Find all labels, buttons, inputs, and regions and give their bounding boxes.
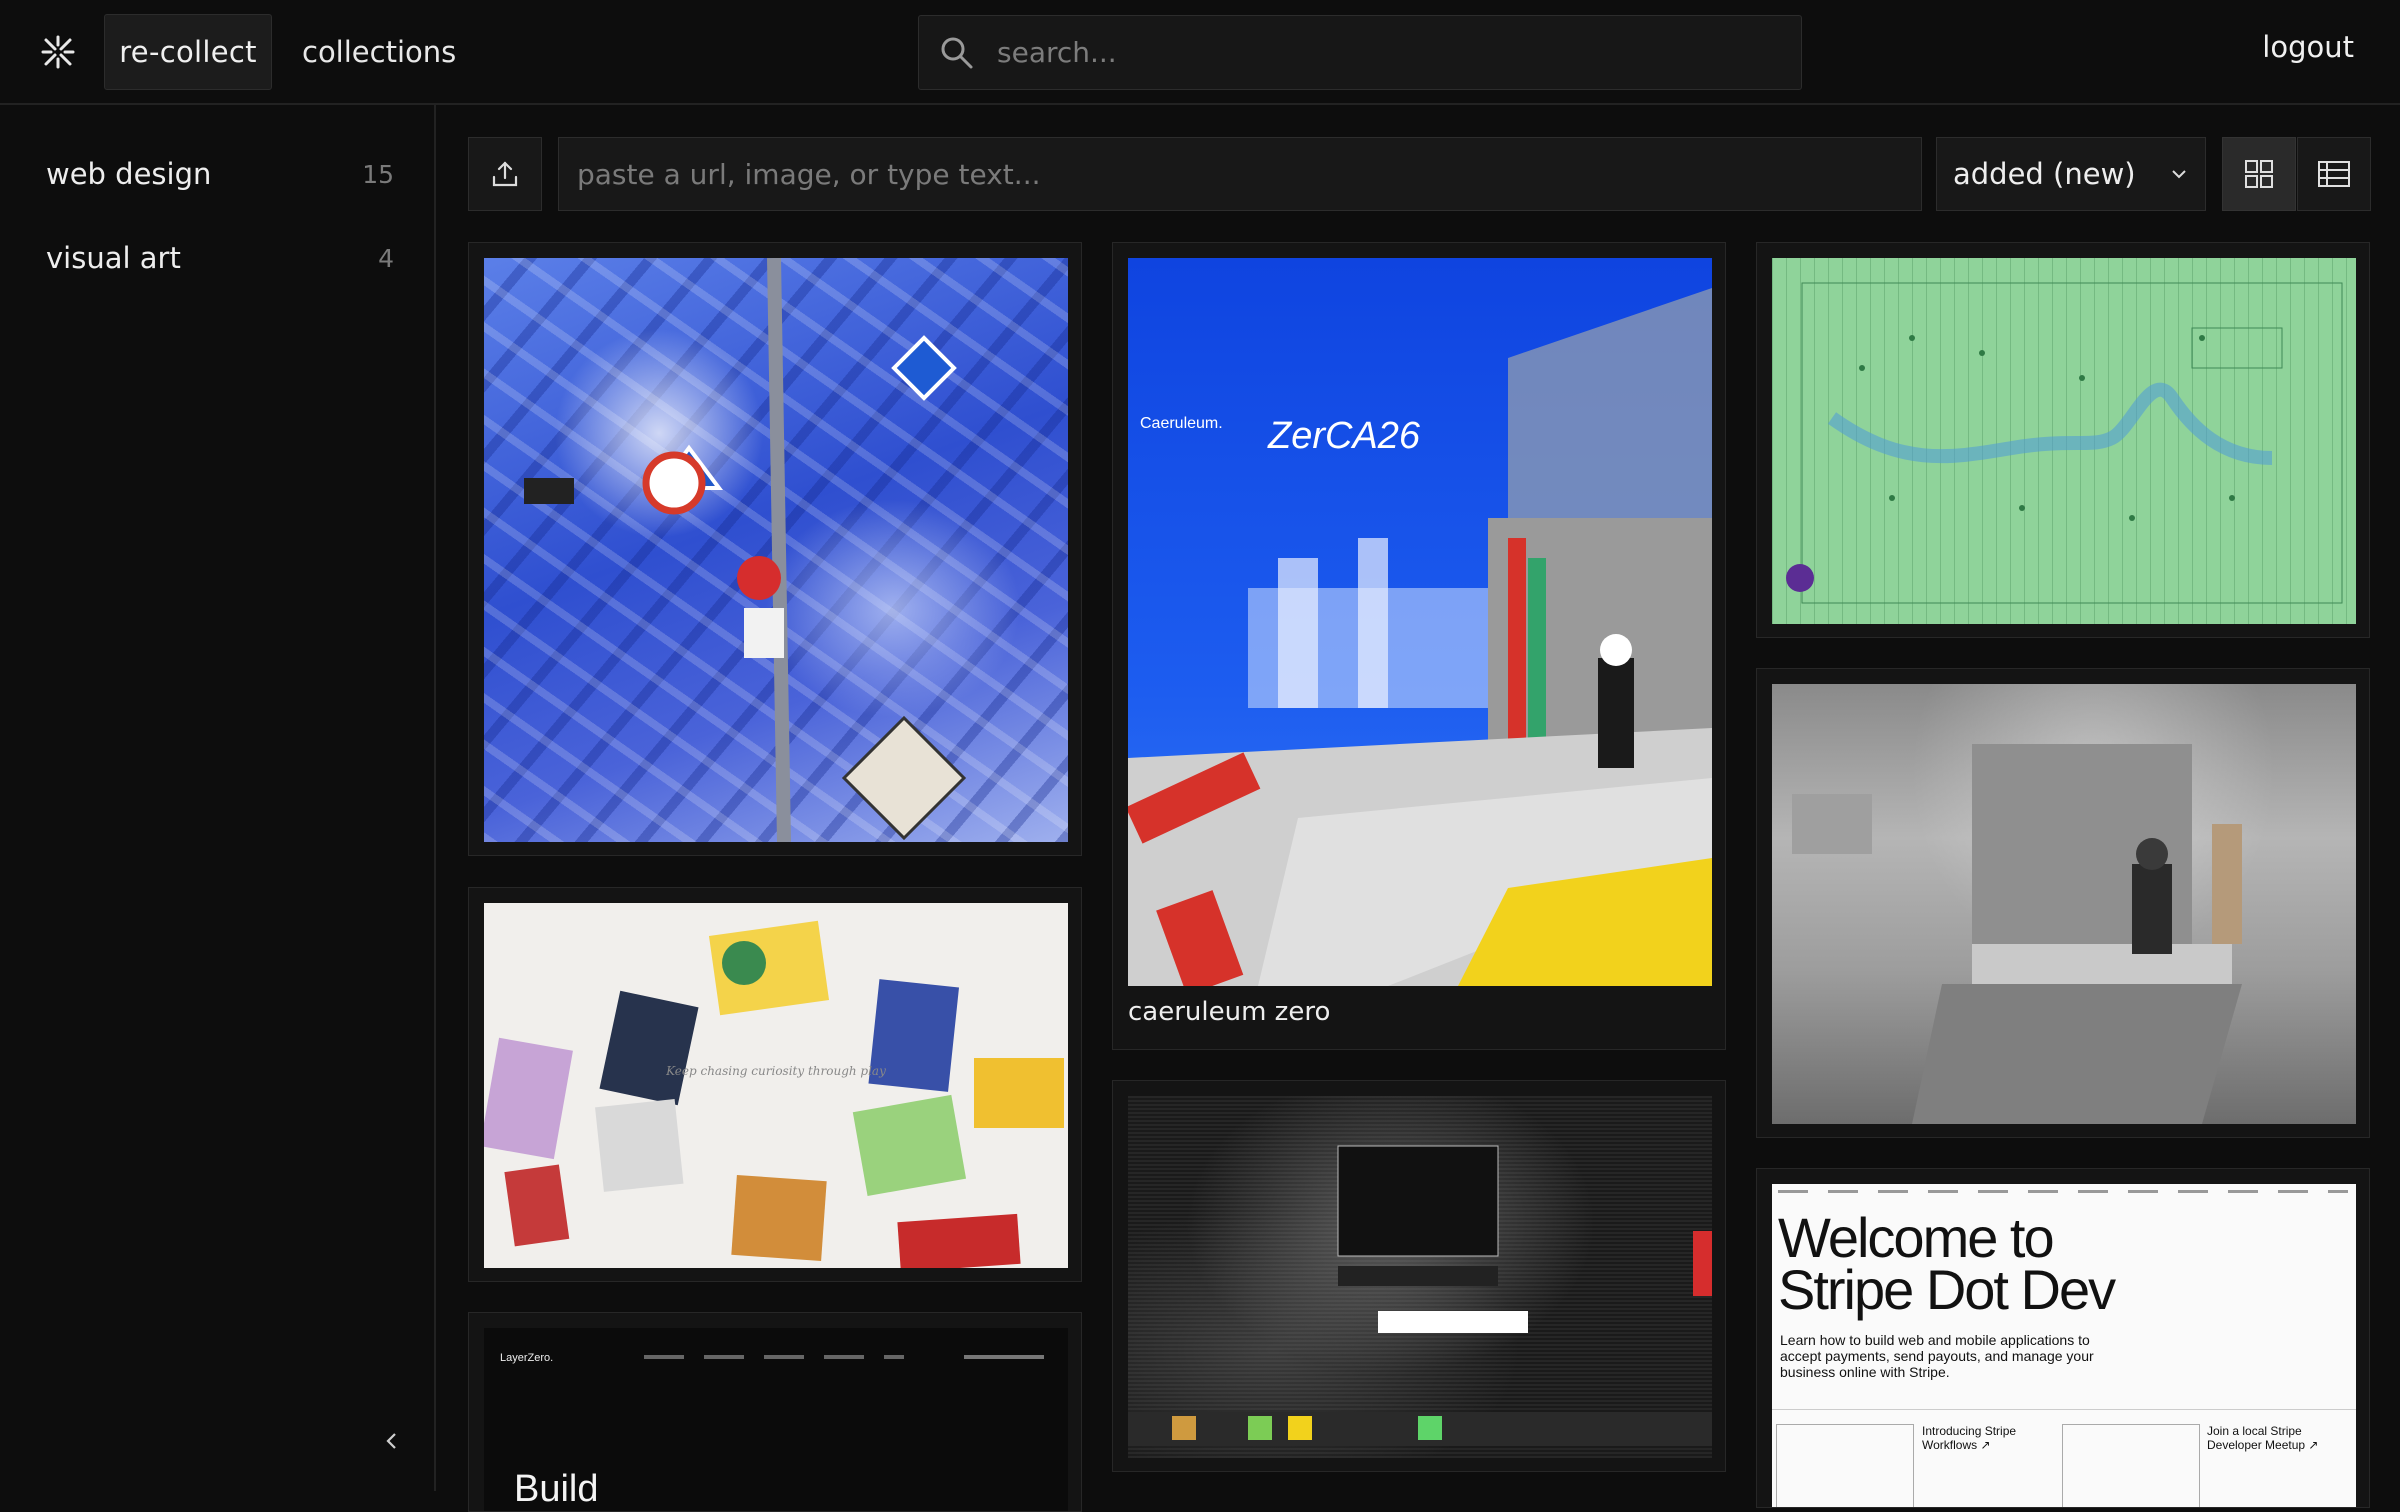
- sidebar-item-web-design[interactable]: web design 15: [46, 149, 394, 199]
- list-icon: [2318, 161, 2350, 187]
- add-item-field[interactable]: [558, 137, 1922, 211]
- card-web-design-stripe[interactable]: Welcome to Stripe Dot Dev Learn how to b…: [1756, 1168, 2370, 1508]
- stripe-video-1-title: Introducing Stripe Workflows ↗: [1922, 1424, 2017, 1452]
- sort-value: added (new): [1953, 157, 2136, 191]
- stripe-video-2-title: Join a local Stripe Developer Meetup ↗: [2207, 1424, 2319, 1452]
- street-signs-illustration: [524, 258, 967, 842]
- card-image: LayerZero. Build: [484, 1328, 1068, 1511]
- chevron-left-icon[interactable]: [380, 1429, 404, 1453]
- gray-room-illustration: [1792, 744, 2242, 1124]
- card-caeruleum-zero[interactable]: Caeruleum. ZerCA26 caeruleum zero: [1112, 242, 1726, 1050]
- caeruleum-art-title: Caeruleum.: [1140, 415, 1223, 432]
- upload-icon: [492, 161, 518, 187]
- stripe-title-line1: Welcome to: [1778, 1206, 2055, 1269]
- grid-view-button[interactable]: [2222, 137, 2296, 211]
- card-visual-art-gray-room[interactable]: [1756, 668, 2370, 1138]
- search-icon: [941, 37, 973, 68]
- card-caption: caeruleum zero: [1128, 997, 1331, 1027]
- list-view-button[interactable]: [2297, 137, 2371, 211]
- nav-recollect[interactable]: re-collect: [104, 14, 272, 90]
- sidebar: web design 15 visual art 4: [0, 105, 436, 1491]
- card-visual-art-blue[interactable]: [468, 242, 1082, 856]
- stripe-title-line2: Stripe Dot Dev: [1778, 1258, 2116, 1321]
- logout-link[interactable]: logout: [2262, 30, 2354, 64]
- layerzero-assistant-link: [964, 1355, 1044, 1359]
- sidebar-item-count: 4: [378, 243, 394, 273]
- asterisk-logo-icon[interactable]: [40, 34, 76, 70]
- dark-portfolio-illustration: [1128, 1145, 1712, 1446]
- sidebar-item-label: visual art: [46, 241, 181, 275]
- card-image: Keep chasing curiosity through play: [484, 903, 1068, 1268]
- collage-tagline: Keep chasing curiosity through play: [665, 1064, 886, 1078]
- stripe-title: Welcome to Stripe Dot Dev: [1778, 1206, 2116, 1321]
- stripe-nav-links: [1778, 1190, 2348, 1193]
- layerzero-headline: Build: [514, 1468, 599, 1510]
- card-image: [1772, 258, 2356, 624]
- layerzero-nav-links: [644, 1355, 904, 1359]
- stripe-video-2-thumbnail: [2062, 1424, 2200, 1507]
- card-web-design-dark-portfolio[interactable]: [1112, 1080, 1726, 1472]
- card-web-design-operate[interactable]: [1756, 242, 2370, 638]
- caeruleum-illustration: Caeruleum. ZerCA26: [1128, 288, 1712, 986]
- divider: [1772, 1409, 2356, 1410]
- collage-illustration: Keep chasing curiosity through play: [484, 920, 1064, 1268]
- chevron-down-icon: [2172, 170, 2186, 179]
- card-image: Welcome to Stripe Dot Dev Learn how to b…: [1772, 1184, 2356, 1507]
- card-web-design-collage[interactable]: Keep chasing curiosity through play: [468, 887, 1082, 1282]
- nav-recollect-label: re-collect: [119, 35, 257, 69]
- card-image: [484, 258, 1068, 842]
- layerzero-brand: LayerZero.: [500, 1352, 554, 1364]
- sort-dropdown[interactable]: added (new): [1936, 137, 2206, 211]
- card-web-design-layerzero[interactable]: LayerZero. Build: [468, 1312, 1082, 1512]
- search-bar[interactable]: [918, 15, 1802, 90]
- card-image: [1128, 1096, 1712, 1458]
- stripe-subtitle: Learn how to build web and mobile applic…: [1780, 1332, 2094, 1380]
- sidebar-item-count: 15: [362, 159, 394, 189]
- nav-collections[interactable]: collections: [290, 14, 468, 90]
- card-image: [1772, 684, 2356, 1124]
- add-item-input[interactable]: [575, 156, 1921, 192]
- grid-icon: [2245, 160, 2273, 188]
- card-image: Caeruleum. ZerCA26: [1128, 258, 1712, 986]
- nav-collections-label: collections: [302, 35, 457, 69]
- sidebar-item-visual-art[interactable]: visual art 4: [46, 233, 394, 283]
- operate-chart-illustration: [1786, 282, 2343, 604]
- top-bar: re-collect collections logout: [0, 0, 2400, 105]
- search-input[interactable]: [995, 35, 1801, 70]
- stripe-video-1-thumbnail: [1776, 1424, 1914, 1507]
- upload-button[interactable]: [468, 137, 542, 211]
- sidebar-item-label: web design: [46, 157, 212, 191]
- caeruleum-art-mark: ZerCA26: [1267, 415, 1421, 457]
